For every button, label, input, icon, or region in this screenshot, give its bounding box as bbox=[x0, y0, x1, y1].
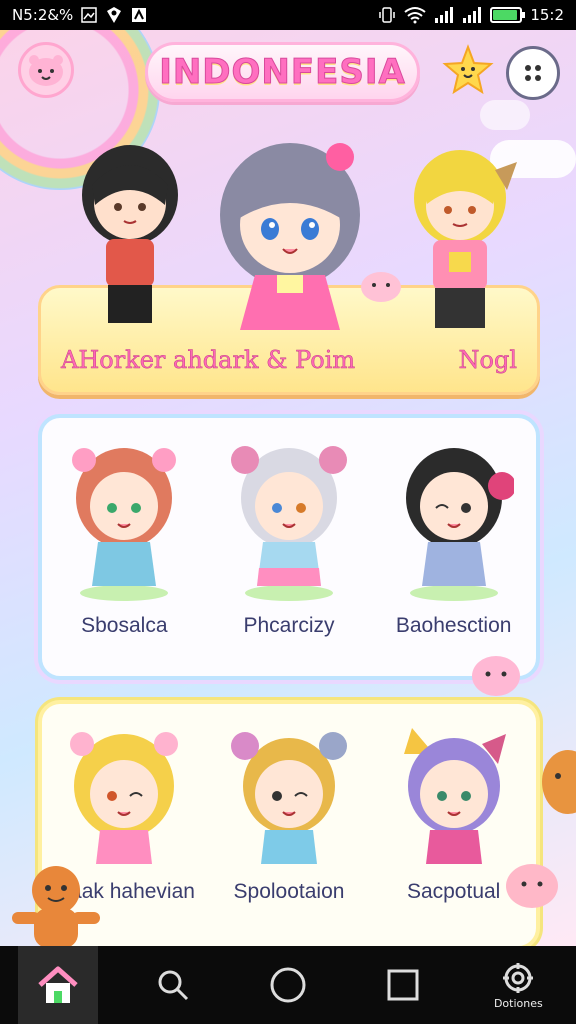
character-illustration bbox=[82, 145, 178, 323]
settings-icon bbox=[503, 962, 534, 993]
vibrate-icon bbox=[378, 6, 396, 24]
app-icon bbox=[131, 7, 147, 23]
gallery-icon bbox=[81, 7, 98, 23]
nav-search[interactable] bbox=[133, 946, 213, 1024]
character-item[interactable]: Spolootaion bbox=[224, 724, 354, 904]
signal-icon-2 bbox=[462, 6, 482, 24]
status-left: N5:2&% bbox=[12, 6, 147, 24]
battery-icon bbox=[490, 7, 526, 23]
character-name: Baohesction bbox=[395, 614, 512, 637]
nav-settings-label: Dotiones bbox=[493, 996, 543, 1010]
character-grid-card-1: Sbosalca Phcarcizy Baohesction bbox=[38, 414, 540, 680]
gingerbread-mascot-icon bbox=[12, 866, 100, 946]
page-title: INDONFESIA bbox=[159, 52, 406, 93]
character-item[interactable]: Baohesction bbox=[389, 438, 519, 638]
nav-circle[interactable] bbox=[248, 946, 328, 1024]
character-item[interactable]: Sbosalca bbox=[59, 438, 189, 638]
header: INDONFESIA bbox=[0, 30, 576, 110]
character-avatar bbox=[403, 728, 506, 864]
menu-icon bbox=[525, 65, 541, 81]
page-title-pill: INDONFESIA bbox=[145, 42, 420, 102]
status-right: 15:2 bbox=[378, 6, 564, 24]
orange-creature-icon bbox=[542, 750, 576, 814]
character-avatar bbox=[230, 446, 347, 601]
pink-creature-icon bbox=[472, 656, 520, 696]
character-name: Sbosalca bbox=[81, 614, 168, 637]
mascot-button[interactable] bbox=[18, 42, 74, 98]
pink-creature-icon bbox=[506, 864, 558, 908]
signal-icon bbox=[434, 6, 454, 24]
nav-square[interactable] bbox=[363, 946, 443, 1024]
nav-settings[interactable]: Dotiones bbox=[478, 946, 558, 1024]
character-name: Sacpotual bbox=[406, 880, 501, 903]
character-grid-card-2: Gaak hahevian Spolootaion Sacpotual bbox=[38, 700, 540, 946]
character-illustration bbox=[220, 143, 360, 330]
shield-icon bbox=[105, 6, 123, 24]
character-item[interactable]: Phcarcizy bbox=[224, 438, 354, 638]
star-icon[interactable] bbox=[442, 44, 494, 96]
square-icon bbox=[387, 969, 419, 1001]
bottom-navigation: Dotiones bbox=[0, 946, 576, 1024]
character-avatar bbox=[70, 732, 179, 864]
search-icon bbox=[158, 970, 188, 1001]
menu-button[interactable] bbox=[506, 46, 560, 100]
status-text: N5:2&% bbox=[12, 6, 74, 24]
character-avatar bbox=[405, 448, 514, 601]
status-bar: N5:2&% 15:2 bbox=[0, 0, 576, 30]
wifi-icon bbox=[404, 6, 426, 24]
character-name: Phcarcizy bbox=[243, 614, 335, 637]
blob-creature-icon bbox=[361, 272, 401, 302]
character-name: Spolootaion bbox=[233, 880, 345, 903]
app-screen: INDONFESIA AHorker ahdark & Poim Nogl Sb… bbox=[0, 30, 576, 946]
character-row: Sbosalca Phcarcizy Baohesction bbox=[42, 438, 536, 638]
character-illustration bbox=[414, 150, 517, 328]
nav-home[interactable] bbox=[17, 946, 98, 1024]
featured-characters bbox=[0, 125, 576, 355]
home-icon bbox=[37, 966, 78, 1003]
character-avatar bbox=[72, 448, 177, 601]
mascot-icon bbox=[29, 55, 63, 86]
status-time: 15:2 bbox=[530, 6, 564, 24]
character-row: Gaak hahevian Spolootaion Sacpotual bbox=[42, 724, 536, 904]
character-avatar bbox=[230, 732, 347, 864]
circle-icon bbox=[270, 967, 306, 1003]
